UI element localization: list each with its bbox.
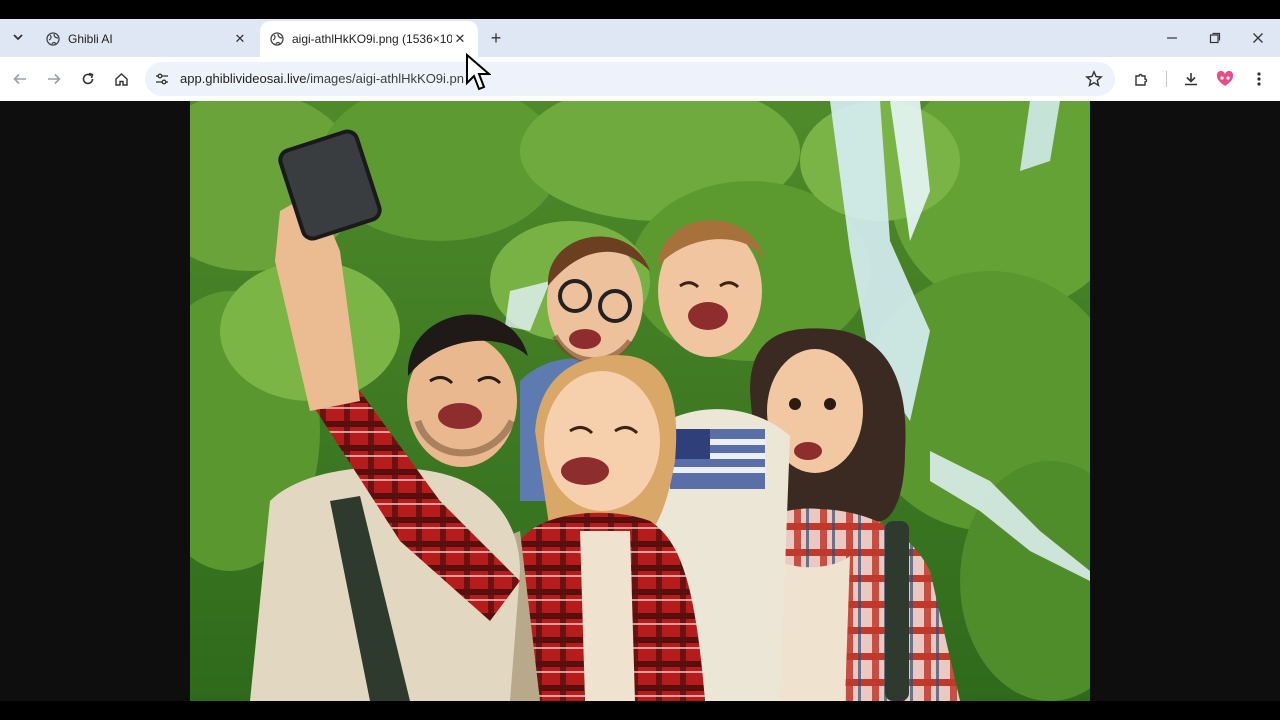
reload-icon[interactable] xyxy=(75,66,101,92)
browser-chrome: Ghibli AI ✕ aigi-athlHkKO9i.png (1536×10… xyxy=(0,19,1280,101)
url-path: /images/aigi-athlHkKO9i.pn xyxy=(306,71,465,86)
url-host: app.ghiblivideosai.live xyxy=(180,71,307,86)
close-icon[interactable]: ✕ xyxy=(232,31,248,47)
restore-icon[interactable] xyxy=(1203,27,1227,49)
globe-icon xyxy=(270,32,284,46)
home-icon[interactable] xyxy=(108,66,134,92)
letterbox-bottom xyxy=(0,701,1280,720)
back-arrow-icon[interactable] xyxy=(7,66,33,92)
tab-ghibli-ai[interactable]: Ghibli AI ✕ xyxy=(36,21,258,57)
letterbox-top xyxy=(0,0,1280,19)
tab-title: aigi-athlHkKO9i.png (1536×102 xyxy=(292,32,452,46)
chevron-down-icon[interactable] xyxy=(6,25,30,49)
minimize-icon[interactable] xyxy=(1160,27,1184,49)
toolbar-divider xyxy=(1166,71,1167,87)
forward-arrow-icon[interactable] xyxy=(41,66,67,92)
page-viewport xyxy=(0,53,1280,701)
star-icon[interactable] xyxy=(1085,70,1103,88)
tab-strip: Ghibli AI ✕ aigi-athlHkKO9i.png (1536×10… xyxy=(0,19,1280,57)
selfie-illustration[interactable] xyxy=(190,101,1090,701)
tab-image[interactable]: aigi-athlHkKO9i.png (1536×102 ✕ xyxy=(260,21,478,57)
profile-avatar-icon[interactable] xyxy=(1212,66,1238,92)
puzzle-icon[interactable] xyxy=(1128,66,1154,92)
close-icon[interactable] xyxy=(1246,27,1270,49)
toolbar: app.ghiblivideosai.live/images/aigi-athl… xyxy=(0,57,1280,101)
address-bar[interactable]: app.ghiblivideosai.live/images/aigi-athl… xyxy=(145,62,1115,96)
globe-icon xyxy=(46,32,60,46)
url-text: app.ghiblivideosai.live/images/aigi-athl… xyxy=(180,71,464,86)
tune-icon[interactable] xyxy=(153,70,171,88)
plus-icon[interactable]: + xyxy=(485,27,507,49)
tab-title: Ghibli AI xyxy=(68,32,113,46)
download-icon[interactable] xyxy=(1178,66,1204,92)
mouse-cursor xyxy=(466,53,491,91)
kebab-menu-icon[interactable] xyxy=(1246,66,1272,92)
close-icon[interactable]: ✕ xyxy=(452,31,468,47)
